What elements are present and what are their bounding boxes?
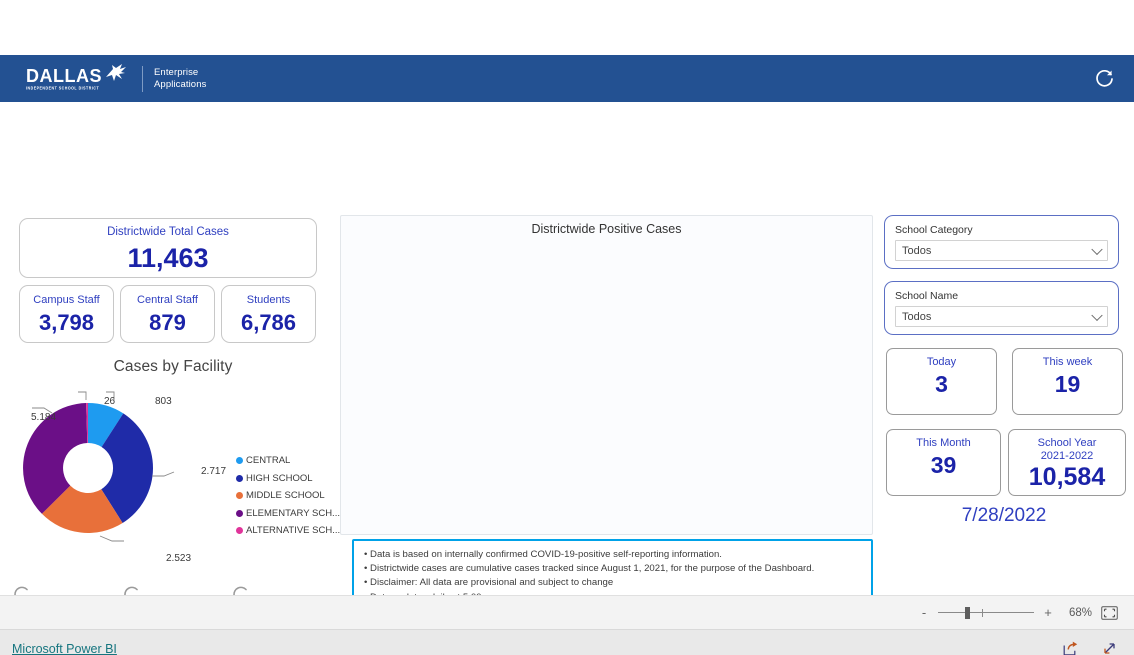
zoom-out-button[interactable]: - bbox=[919, 605, 929, 620]
slicer-label: School Name bbox=[895, 290, 959, 302]
zoom-controls: - + 68% bbox=[919, 605, 1118, 620]
pegasus-icon bbox=[103, 60, 129, 91]
share-icon[interactable] bbox=[1062, 640, 1079, 655]
slicer-label: School Category bbox=[895, 224, 973, 236]
slider-thumb[interactable] bbox=[965, 606, 970, 619]
legend-label: MIDDLE SCHOOL bbox=[246, 490, 325, 502]
kpi-title: Campus Staff bbox=[33, 294, 100, 306]
note-line: • Disclaimer: All data are provisional a… bbox=[364, 577, 614, 589]
legend-label: ELEMENTARY SCH... bbox=[246, 507, 340, 519]
slicer-selected-value: Todos bbox=[902, 310, 932, 323]
app-name-line1: Enterprise bbox=[154, 67, 199, 78]
slicer-selected-value: Todos bbox=[902, 244, 932, 257]
legend-item-central[interactable]: CENTRAL bbox=[236, 452, 340, 470]
stat-title: Today bbox=[926, 356, 957, 368]
kpi-card-central-staff[interactable]: Central Staff 879 bbox=[120, 285, 215, 343]
note-line: • Data is based on internally confirmed … bbox=[364, 549, 722, 560]
kpi-value: 879 bbox=[149, 310, 186, 335]
slicer-dropdown[interactable]: Todos bbox=[895, 240, 1108, 261]
donut-label-highschool: 2.717 bbox=[201, 466, 227, 477]
logo-wordmark: DALLAS bbox=[26, 65, 102, 86]
dallas-isd-logo[interactable]: DALLAS INDEPENDENT SCHOOL DISTRICT Enter… bbox=[26, 64, 206, 92]
legend-item-elementary-school[interactable]: ELEMENTARY SCH... bbox=[236, 505, 340, 523]
report-footer: Microsoft Power BI bbox=[0, 630, 1134, 655]
stat-title: This week bbox=[1042, 356, 1093, 368]
legend-label: ALTERNATIVE SCH... bbox=[246, 525, 341, 537]
stat-title-line1: School Year bbox=[1037, 437, 1097, 449]
kpi-title: Central Staff bbox=[137, 294, 198, 306]
zoom-bar: - + 68% bbox=[0, 595, 1134, 630]
slider-track-line bbox=[938, 612, 1034, 613]
slicer-dropdown[interactable]: Todos bbox=[895, 306, 1108, 327]
legend-label: HIGH SCHOOL bbox=[246, 472, 313, 484]
slicer-school-category[interactable]: School Category Todos bbox=[884, 215, 1119, 269]
kpi-card-students[interactable]: Students 6,786 bbox=[221, 285, 316, 343]
legend-color-swatch bbox=[236, 509, 243, 517]
legend-color-swatch bbox=[236, 492, 243, 500]
kpi-value: 3,798 bbox=[38, 310, 95, 335]
stat-title: School Year 2021-2022 bbox=[1038, 437, 1097, 462]
stat-card-school-year[interactable]: School Year 2021-2022 10,584 bbox=[1008, 429, 1126, 496]
kpi-card-campus-staff[interactable]: Campus Staff 3,798 bbox=[19, 285, 114, 343]
legend-color-swatch bbox=[236, 474, 243, 482]
chart-legend: CENTRAL HIGH SCHOOL MIDDLE SCHOOL ELEMEN… bbox=[236, 452, 340, 540]
zoom-slider[interactable] bbox=[938, 606, 1034, 619]
fit-to-page-icon[interactable] bbox=[1101, 605, 1118, 620]
chevron-down-icon bbox=[1091, 243, 1103, 255]
app-name-line2: Applications bbox=[154, 78, 207, 90]
zoom-percentage: 68% bbox=[1068, 606, 1092, 619]
legend-item-alternative-school[interactable]: ALTERNATIVE SCH... bbox=[236, 522, 340, 540]
browser-top-gap bbox=[0, 0, 1134, 55]
stat-title: This Month bbox=[916, 437, 971, 449]
legend-item-middle-school[interactable]: MIDDLE SCHOOL bbox=[236, 487, 340, 505]
stat-card-this-month[interactable]: This Month 39 bbox=[886, 429, 1001, 496]
logo-text: DALLAS INDEPENDENT SCHOOL DISTRICT bbox=[26, 67, 102, 91]
cases-by-facility-chart[interactable]: Cases by Facility 26 803 5.184 2.717 2.5… bbox=[8, 354, 340, 569]
footer-actions bbox=[1062, 640, 1118, 655]
stat-card-today[interactable]: Today 3 bbox=[886, 348, 997, 415]
visual-title: Districtwide Positive Cases bbox=[531, 222, 682, 236]
kpi-value: 11,463 bbox=[127, 243, 209, 273]
slider-tick-mark bbox=[982, 608, 983, 617]
logo-subtext: INDEPENDENT SCHOOL DISTRICT bbox=[26, 85, 100, 91]
chevron-down-icon bbox=[1091, 309, 1103, 321]
microsoft-power-bi-link[interactable]: Microsoft Power BI bbox=[12, 642, 117, 655]
stat-value: 3 bbox=[935, 370, 948, 397]
refresh-icon[interactable] bbox=[1088, 63, 1120, 95]
stat-value: 19 bbox=[1054, 370, 1081, 397]
legend-color-swatch bbox=[236, 527, 243, 535]
chart-title: Cases by Facility bbox=[113, 358, 233, 375]
donut-label-alternative: 26 bbox=[104, 396, 116, 407]
stat-value: 39 bbox=[930, 451, 957, 478]
legend-label: CENTRAL bbox=[246, 455, 291, 467]
kpi-card-total-cases[interactable]: Districtwide Total Cases 11,463 bbox=[19, 218, 317, 278]
donut-label-central: 803 bbox=[155, 396, 172, 407]
app-name: Enterprise Applications bbox=[154, 67, 206, 90]
donut-plot-area: 26 803 5.184 2.717 2.523 CENTRAL HIGH SC… bbox=[8, 376, 340, 564]
stat-title-line2: 2021-2022 bbox=[1040, 449, 1094, 462]
report-date: 7/28/2022 bbox=[961, 505, 1047, 526]
kpi-title: Districtwide Total Cases bbox=[107, 226, 229, 238]
stat-value: 10,584 bbox=[1028, 463, 1106, 491]
kpi-value: 6,786 bbox=[240, 310, 297, 335]
slicer-school-name[interactable]: School Name Todos bbox=[884, 281, 1119, 335]
zoom-in-button[interactable]: + bbox=[1043, 605, 1053, 620]
legend-color-swatch bbox=[236, 457, 243, 465]
fullscreen-icon[interactable] bbox=[1101, 640, 1118, 655]
stat-card-this-week[interactable]: This week 19 bbox=[1012, 348, 1123, 415]
donut-label-elementary: 5.184 bbox=[31, 412, 57, 423]
districtwide-positive-cases-visual[interactable]: Districtwide Positive Cases bbox=[340, 215, 873, 535]
app-header: DALLAS INDEPENDENT SCHOOL DISTRICT Enter… bbox=[0, 55, 1134, 130]
legend-item-high-school[interactable]: HIGH SCHOOL bbox=[236, 470, 340, 488]
logo-divider bbox=[142, 65, 143, 92]
note-line: • Districtwide cases are cumulative case… bbox=[364, 563, 815, 575]
powerbi-report-page: DALLAS INDEPENDENT SCHOOL DISTRICT Enter… bbox=[0, 0, 1134, 655]
donut-svg bbox=[23, 391, 175, 542]
donut-label-middleschool: 2.523 bbox=[166, 553, 192, 564]
kpi-title: Students bbox=[246, 294, 291, 306]
report-canvas: Districtwide Total Cases 11,463 Campus S… bbox=[0, 102, 1134, 640]
